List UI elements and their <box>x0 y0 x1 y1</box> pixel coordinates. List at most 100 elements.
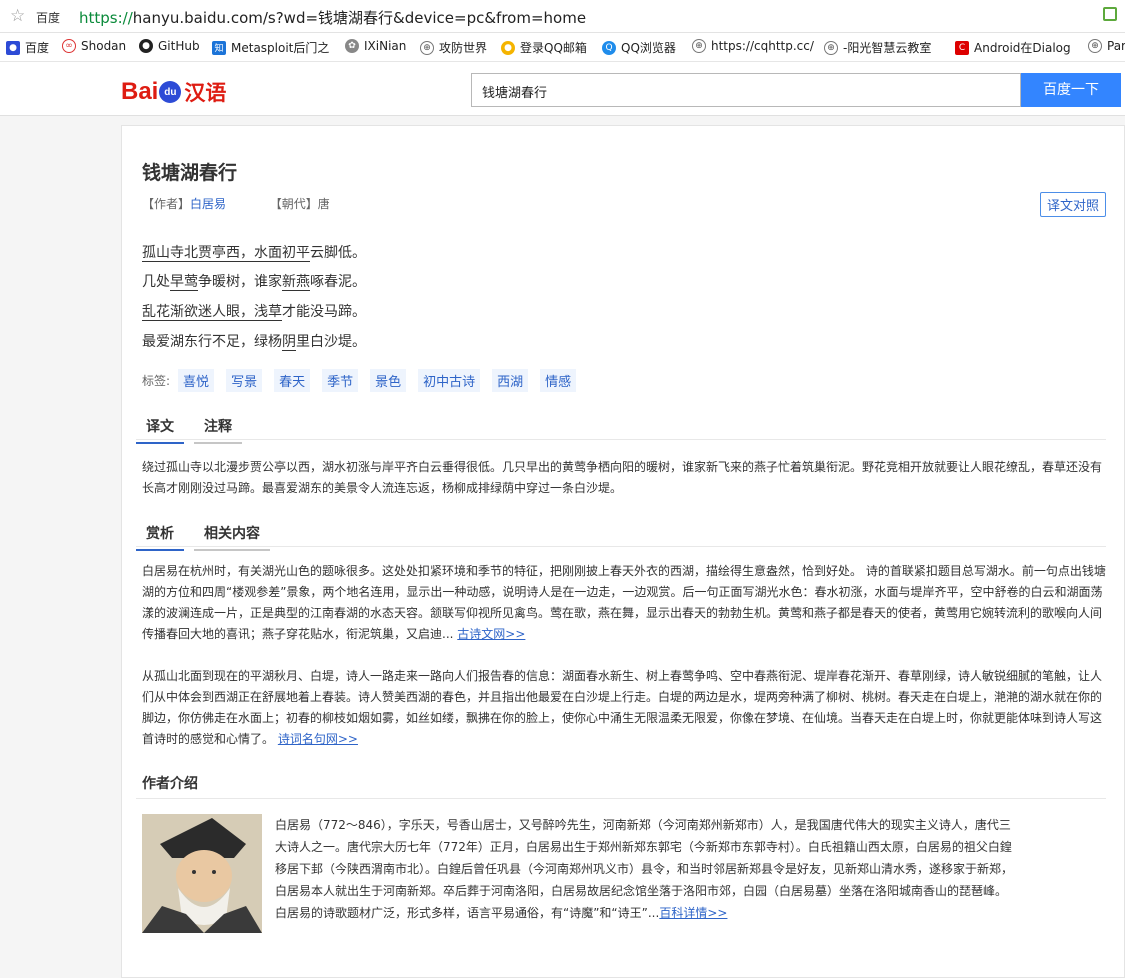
tag-list: 标签: 喜悦 写景 春天 季节 景色 初中古诗 西湖 情感 <box>142 369 588 392</box>
search-button[interactable]: 百度一下 <box>1021 73 1121 107</box>
bookmark-item[interactable]: ● GitHub <box>139 39 200 53</box>
bookmark-item[interactable]: Q QQ浏览器 <box>602 39 676 56</box>
poem-title: 钱塘湖春行 <box>142 162 238 184</box>
divider <box>136 798 1106 799</box>
url-scheme: https:// <box>79 9 133 27</box>
word[interactable]: 浅草 <box>254 304 282 321</box>
analysis-text: 白居易在杭州时，有关湖光山色的题咏很多。这处处扣紧环境和季节的特征，把刚刚披上春… <box>142 564 1106 641</box>
word[interactable]: 阴 <box>282 334 296 351</box>
bookmark-label: -阳光智慧云教室 <box>843 41 932 55</box>
bookmark-label: QQ浏览器 <box>621 41 676 55</box>
bookmark-item[interactable]: ⊕ 攻防世界 <box>420 39 487 56</box>
tag[interactable]: 春天 <box>274 369 311 392</box>
bookmark-item[interactable]: ✿ IXiNian <box>345 39 406 53</box>
zhihu-icon: 知 <box>212 40 226 55</box>
analysis-paragraph: 从孤山北面到现在的平湖秋月、白堤，诗人一路走来一路向人们报告春的信息：湖面春水新… <box>142 666 1106 750</box>
bookmark-label: GitHub <box>158 39 200 53</box>
author-heading: 作者介绍 <box>142 776 198 792</box>
bookmark-item[interactable]: 知 Metasploit后门之 <box>212 39 329 56</box>
tag[interactable]: 西湖 <box>492 369 529 392</box>
word: 啄春泥。 <box>310 274 366 290</box>
logo-bai: Bai <box>121 78 159 105</box>
bookmark-item[interactable]: ⊕ -阳光智慧云教室 <box>824 39 931 56</box>
dynasty-label: 【朝代】 <box>269 197 318 211</box>
word: 最爱湖东行不足，绿杨 <box>142 334 282 350</box>
author-label: 【作者】 <box>142 197 191 211</box>
word: 几处 <box>142 274 170 290</box>
url-path: hanyu.baidu.com/s?wd=钱塘湖春行&device=pc&fro… <box>132 9 587 27</box>
word[interactable]: 水面初平 <box>254 245 310 262</box>
bio-text: 白居易（772～846），字乐天，号香山居士，又号醉吟先生，河南新郑（今河南郑州… <box>275 818 1014 920</box>
baidu-hanyu-logo[interactable]: Bai du 汉语 <box>121 77 226 107</box>
poem-line: 孤山寺北贾亭西，水面初平云脚低。 <box>142 242 366 262</box>
word: 争暖树，谁家 <box>198 274 282 290</box>
paw-icon: ● <box>6 40 20 55</box>
tag[interactable]: 初中古诗 <box>418 369 481 392</box>
bookmark-item[interactable]: ∞ Shodan <box>62 39 126 53</box>
bookmark-item[interactable]: C Android在Dialog <box>955 39 1071 56</box>
bookmark-star-icon[interactable]: ☆ <box>10 6 25 26</box>
bookmark-label: Shodan <box>81 39 127 53</box>
word[interactable]: 新燕 <box>282 274 310 291</box>
translation-compare-button[interactable]: 译文对照 <box>1039 192 1106 217</box>
search-input[interactable]: 钱塘湖春行 <box>471 73 1021 107</box>
analysis-paragraph: 白居易在杭州时，有关湖光山色的题咏很多。这处处扣紧环境和季节的特征，把刚刚披上春… <box>142 561 1106 645</box>
bookmark-label: Par <box>1107 39 1125 53</box>
bookmark-item[interactable]: ● 百度 <box>6 39 49 56</box>
site-identity[interactable]: 百度 <box>36 9 60 26</box>
author-bio: 白居易（772～846），字乐天，号香山居士，又号醉吟先生，河南新郑（今河南郑州… <box>275 814 1015 924</box>
qqbrowser-icon: Q <box>602 40 616 55</box>
divider <box>136 546 1106 547</box>
poem-line: 乱花渐欲迷人眼，浅草才能没马蹄。 <box>142 301 366 321</box>
bookmark-label: 攻防世界 <box>439 41 488 55</box>
bookmark-item[interactable]: ● 登录QQ邮箱 <box>501 39 587 56</box>
source-link[interactable]: 诗词名句网>> <box>278 732 358 746</box>
shodan-icon: ∞ <box>62 39 76 53</box>
poem-line: 几处早莺争暖树，谁家新燕啄春泥。 <box>142 271 366 291</box>
qqmail-icon: ● <box>501 40 515 55</box>
tag[interactable]: 喜悦 <box>178 369 215 392</box>
bookmark-label: Metasploit后门之 <box>231 41 330 55</box>
address-bar[interactable]: ☆ 百度 https://hanyu.baidu.com/s?wd=钱塘湖春行&… <box>0 0 1125 33</box>
github-icon: ● <box>139 39 153 53</box>
word[interactable]: 孤山寺北贾亭西， <box>142 245 254 262</box>
url-field[interactable]: https://hanyu.baidu.com/s?wd=钱塘湖春行&devic… <box>79 7 586 28</box>
tags-label: 标签: <box>142 374 171 388</box>
globe-icon: ⊕ <box>420 40 434 55</box>
source-link[interactable]: 古诗文网>> <box>457 627 525 641</box>
reader-book-icon[interactable] <box>1103 7 1117 21</box>
bookmark-label: IXiNian <box>364 39 407 53</box>
globe-icon: ⊕ <box>824 40 838 55</box>
author-link[interactable]: 白居易 <box>190 197 226 211</box>
bookmark-label: https://cqhttp.cc/ <box>711 39 814 53</box>
logo-du: du <box>159 81 182 103</box>
author-portrait <box>142 814 262 933</box>
site-header: Bai du 汉语 钱塘湖春行 百度一下 <box>0 62 1125 116</box>
poem-meta: 【作者】白居易 【朝代】唐 <box>142 195 330 212</box>
logo-hanyu: 汉语 <box>184 82 227 105</box>
word[interactable]: 乱花渐欲迷人眼， <box>142 304 254 321</box>
csdn-icon: C <box>955 40 969 55</box>
poem-line: 最爱湖东行不足，绿杨阴里白沙堤。 <box>142 331 366 351</box>
word[interactable]: 早莺 <box>170 274 198 291</box>
poem-card: 钱塘湖春行 【作者】白居易 【朝代】唐 译文对照 孤山寺北贾亭西，水面初平云脚低… <box>121 125 1125 978</box>
bookmark-label: Android在Dialog <box>974 41 1071 55</box>
tag[interactable]: 情感 <box>540 369 577 392</box>
word: 里白沙堤。 <box>296 334 366 350</box>
word: 才能没马蹄。 <box>282 304 366 320</box>
baike-link[interactable]: 百科详情>> <box>659 906 727 920</box>
tag[interactable]: 写景 <box>226 369 263 392</box>
tag[interactable]: 季节 <box>322 369 359 392</box>
bookmarks-bar: ● 百度 ∞ Shodan ● GitHub 知 Metasploit后门之 ✿ IXiN… <box>0 33 1125 62</box>
tag[interactable]: 景色 <box>370 369 407 392</box>
bookmark-label: 百度 <box>25 41 50 55</box>
leaf-icon: ✿ <box>345 39 359 53</box>
bookmark-item[interactable]: ⊕ https://cqhttp.cc/ <box>692 39 814 53</box>
globe-icon: ⊕ <box>692 39 706 53</box>
globe-icon: ⊕ <box>1088 39 1102 53</box>
word: 云脚低。 <box>310 245 366 261</box>
divider <box>136 439 1106 440</box>
bookmark-item[interactable]: ⊕ Par <box>1088 39 1125 53</box>
bookmark-label: 登录QQ邮箱 <box>520 41 587 55</box>
translation-text: 绕过孤山寺以北漫步贾公亭以西，湖水初涨与岸平齐白云垂得很低。几只早出的黄莺争栖向… <box>142 460 1103 495</box>
